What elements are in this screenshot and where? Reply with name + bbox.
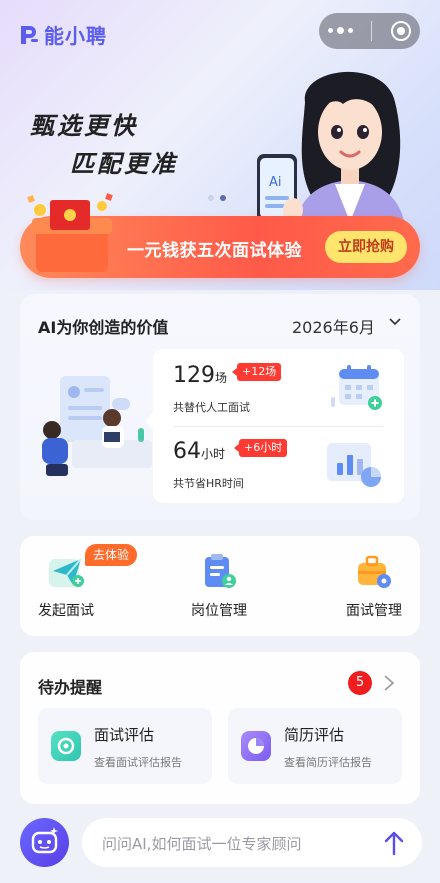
paper-plane-icon <box>49 558 84 587</box>
more-icon[interactable] <box>328 27 354 34</box>
interviews-stat: 129场 <box>173 363 227 388</box>
gift-box-icon <box>27 193 113 272</box>
job-management-action[interactable]: 岗位管理 <box>153 536 286 636</box>
interview-illustration <box>42 376 152 476</box>
stat-description: 共节省HR时间 <box>173 477 244 490</box>
stat-unit: 场 <box>215 371 228 385</box>
chevron-right-icon[interactable] <box>383 674 395 692</box>
action-label: 面试管理 <box>346 603 402 619</box>
promo-text: 一元钱获五次面试体验 <box>127 241 302 261</box>
assistant-avatar-illustration: Ai <box>257 71 405 227</box>
todo-count-badge: 5 <box>348 671 372 695</box>
interview-management-action[interactable]: 面试管理 <box>286 536 419 636</box>
bot-icon <box>31 827 58 854</box>
todo-item-sub: 查看简历评估报告 <box>284 756 372 769</box>
ai-bot-button[interactable] <box>20 818 69 867</box>
stat-number: 129 <box>173 363 215 388</box>
phone-ai-text: Ai <box>269 175 282 190</box>
todo-item-name: 简历评估 <box>284 726 345 744</box>
carousel-indicator <box>208 195 226 201</box>
todo-item-sub: 查看面试评估报告 <box>94 756 182 769</box>
month-selector[interactable]: 2026年6月 <box>292 314 375 338</box>
logo-text: 能小聘 <box>44 24 107 48</box>
value-card: AI为你创造的价值 2026年6月 129场 +12场 共替代人工面试 64小时… <box>20 294 420 520</box>
carousel-dot[interactable] <box>208 195 214 201</box>
send-arrow-icon[interactable] <box>383 830 405 856</box>
resume-evaluation-item[interactable]: 简历评估 查看简历评估报告 <box>228 708 402 784</box>
hours-stat: 64小时 <box>173 439 225 464</box>
quick-actions-card: 发起面试 去体验 岗位管理 面试管理 <box>20 536 420 636</box>
chat-input-bar[interactable]: 问问AI,如何面试一位专家顾问 <box>82 818 422 867</box>
mini-program-capsule <box>319 13 420 49</box>
chat-input-placeholder[interactable]: 问问AI,如何面试一位专家顾问 <box>102 833 301 854</box>
capsule-divider <box>371 21 373 41</box>
chevron-down-icon[interactable] <box>389 316 401 328</box>
stat-number: 64 <box>173 439 201 464</box>
stat-description: 共替代人工面试 <box>173 401 250 414</box>
stats-box: 129场 +12场 共替代人工面试 64小时 +6小时 共节省HR时间 <box>145 349 404 503</box>
calendar-icon <box>331 365 382 410</box>
logo-mark-icon <box>21 25 38 44</box>
increase-tag: +6小时 <box>233 439 288 457</box>
target-icon <box>51 731 81 761</box>
start-interview-action[interactable]: 发起面试 去体验 <box>20 536 153 636</box>
close-target-icon[interactable] <box>390 21 411 41</box>
try-badge[interactable]: 去体验 <box>85 544 138 566</box>
carousel-dot-active[interactable] <box>220 195 226 201</box>
interview-evaluation-item[interactable]: 面试评估 查看面试评估报告 <box>38 708 212 784</box>
increase-tag: +12场 <box>231 363 282 381</box>
slogan-line-2: 匹配更准 <box>70 149 178 178</box>
action-label: 发起面试 <box>38 603 94 619</box>
bar-chart-icon <box>327 443 381 487</box>
todo-item-name: 面试评估 <box>94 726 155 744</box>
app-logo: 能小聘 <box>18 20 107 49</box>
slogan-line-1: 甄选更快 <box>30 111 138 140</box>
todo-card: 待办提醒 5 面试评估 查看面试评估报告 简历评估 查看简历评估报告 <box>20 652 420 804</box>
briefcase-gear-icon <box>358 555 391 588</box>
clipboard-user-icon <box>205 554 236 588</box>
pie-chart-icon <box>241 731 271 761</box>
value-card-title: AI为你创造的价值 <box>38 318 169 337</box>
stat-unit: 小时 <box>201 447 226 461</box>
stats-divider <box>173 426 383 427</box>
todo-title: 待办提醒 <box>38 678 103 697</box>
buy-now-button[interactable]: 立即抢购 <box>325 231 407 263</box>
